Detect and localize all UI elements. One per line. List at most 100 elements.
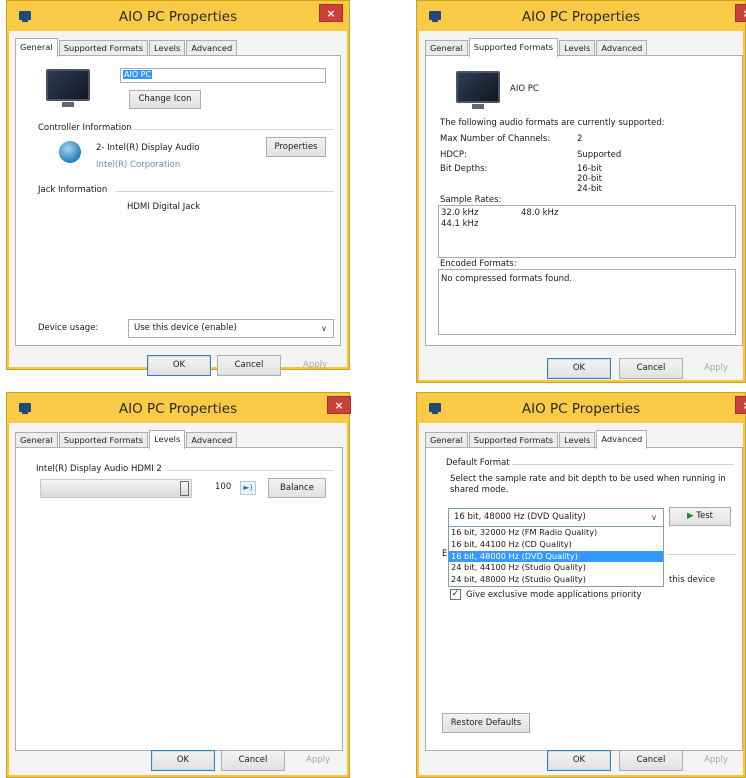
title-bar[interactable]: AIO PC Properties ×	[7, 393, 351, 423]
restore-defaults-label: Restore Defaults	[450, 718, 522, 728]
tab-levels[interactable]: Levels	[149, 40, 186, 56]
format-option[interactable]: 24 bit, 44100 Hz (Studio Quality)	[449, 562, 663, 574]
cancel-button[interactable]: Cancel	[217, 355, 281, 376]
default-format-title: Default Format	[446, 458, 510, 468]
close-button[interactable]: ×	[319, 4, 343, 22]
apply-label: Apply	[303, 360, 327, 370]
change-icon-button[interactable]: Change Icon	[129, 90, 201, 109]
bit-depth-16: 16-bit	[577, 164, 602, 174]
controller-divider	[128, 129, 334, 130]
tab-strip: General Supported Formats Levels Advance…	[15, 430, 238, 449]
device-usage-select[interactable]: Use this device (enable) ∨	[128, 319, 334, 338]
hdcp-label: HDCP:	[440, 150, 467, 160]
tab-levels[interactable]: Levels	[559, 432, 596, 448]
window-title: AIO PC Properties	[118, 9, 238, 25]
tab-advanced[interactable]: Advanced	[596, 40, 648, 56]
properties-window-general: AIO PC Properties × General Supported Fo…	[6, 0, 350, 376]
tab-supported-formats[interactable]: Supported Formats	[58, 40, 149, 56]
tab-general[interactable]: General	[425, 40, 468, 56]
bit-depth-24: 24-bit	[577, 184, 602, 194]
tab-advanced[interactable]: Advanced	[186, 432, 238, 448]
cancel-button[interactable]: Cancel	[221, 750, 285, 771]
ok-label: OK	[172, 360, 186, 370]
cancel-button[interactable]: Cancel	[619, 358, 683, 379]
volume-slider[interactable]	[40, 479, 192, 498]
title-bar[interactable]: AIO PC Properties ×	[7, 1, 349, 31]
window-title: AIO PC Properties	[521, 401, 641, 417]
encoded-formats-list[interactable]: No compressed formats found.	[438, 269, 736, 335]
properties-button[interactable]: Properties	[266, 137, 326, 157]
sample-rates-list[interactable]: 32.0 kHz 44.1 kHz 48.0 kHz	[438, 205, 736, 258]
levels-device-label: Intel(R) Display Audio HDMI 2	[36, 464, 162, 474]
apply-label: Apply	[704, 363, 728, 373]
ok-button[interactable]: OK	[547, 750, 611, 771]
ok-label: OK	[572, 755, 586, 765]
default-format-select[interactable]: 16 bit, 48000 Hz (DVD Quality) ∨	[448, 508, 664, 527]
formats-intro: The following audio formats are currentl…	[440, 118, 665, 128]
ok-button[interactable]: OK	[147, 355, 211, 376]
close-button[interactable]: ×	[735, 396, 746, 414]
title-bar[interactable]: AIO PC Properties ×	[417, 1, 746, 31]
apply-button[interactable]: Apply	[287, 355, 343, 376]
tab-advanced[interactable]: Advanced	[186, 40, 238, 56]
tab-supported-formats[interactable]: Supported Formats	[468, 432, 559, 448]
volume-value-field[interactable]: 100	[198, 479, 236, 496]
volume-slider-thumb[interactable]	[180, 481, 189, 496]
play-icon: ▶	[687, 511, 694, 521]
general-page: AIO PC Change Icon Controller Informatio…	[15, 55, 341, 346]
restore-defaults-button[interactable]: Restore Defaults	[442, 713, 530, 733]
tab-levels[interactable]: Levels	[559, 40, 596, 56]
window-title: AIO PC Properties	[521, 9, 641, 25]
volume-value: 100	[215, 482, 232, 492]
apply-button[interactable]: Apply	[689, 358, 743, 379]
title-bar[interactable]: AIO PC Properties ×	[417, 393, 746, 423]
tab-advanced[interactable]: Advanced	[596, 430, 648, 449]
properties-label: Properties	[274, 142, 318, 152]
tab-general[interactable]: General	[425, 432, 468, 448]
change-icon-label: Change Icon	[138, 94, 192, 104]
jack-section-title: Jack Information	[38, 185, 108, 195]
ok-label: OK	[176, 755, 190, 765]
window-title: AIO PC Properties	[118, 401, 238, 417]
cancel-label: Cancel	[636, 363, 666, 373]
ok-button[interactable]: OK	[151, 750, 215, 771]
tab-supported-formats[interactable]: Supported Formats	[58, 432, 149, 448]
close-button[interactable]: ×	[735, 4, 746, 22]
apply-button[interactable]: Apply	[689, 750, 743, 771]
default-format-value: 16 bit, 48000 Hz (DVD Quality)	[454, 512, 586, 522]
cancel-button[interactable]: Cancel	[619, 750, 683, 771]
tab-supported-formats[interactable]: Supported Formats	[468, 38, 559, 57]
format-dropdown-list[interactable]: 16 bit, 32000 Hz (FM Radio Quality) 16 b…	[448, 526, 664, 587]
speaker-mute-icon[interactable]: ►)	[240, 481, 256, 495]
test-label: Test	[696, 511, 713, 521]
format-option[interactable]: 16 bit, 44100 Hz (CD Quality)	[449, 539, 663, 551]
default-format-description: Select the sample rate and bit depth to …	[450, 474, 726, 495]
jack-value: HDMI Digital Jack	[127, 202, 201, 212]
tab-general[interactable]: General	[15, 432, 58, 448]
cancel-label: Cancel	[234, 360, 264, 370]
default-format-divider	[512, 464, 734, 465]
ok-button[interactable]: OK	[547, 358, 611, 379]
format-option-selected[interactable]: 16 bit, 48000 Hz (DVD Quality)	[449, 550, 663, 563]
close-button[interactable]: ×	[327, 396, 351, 414]
cancel-label: Cancel	[636, 755, 666, 765]
tab-general[interactable]: General	[15, 38, 58, 57]
test-button[interactable]: ▶ Test	[669, 507, 731, 526]
levels-divider	[166, 470, 334, 471]
device-usage-value: Use this device (enable)	[134, 323, 237, 333]
sample-rate-32: 32.0 kHz	[441, 208, 479, 218]
exclusive-priority-checkbox[interactable]: ✓	[450, 589, 461, 600]
balance-button[interactable]: Balance	[268, 478, 326, 498]
bit-depth-20: 20-bit	[577, 174, 602, 184]
device-name-field[interactable]: AIO PC	[120, 68, 326, 83]
device-name-value: AIO PC	[123, 70, 153, 79]
device-name: AIO PC	[510, 84, 539, 94]
apply-label: Apply	[306, 755, 330, 765]
controller-section-title: Controller Information	[38, 123, 132, 133]
chevron-down-icon: ∨	[651, 513, 657, 522]
properties-window-formats: AIO PC Properties × General Supported Fo…	[416, 0, 746, 383]
tab-levels[interactable]: Levels	[149, 430, 186, 449]
format-option[interactable]: 24 bit, 48000 Hz (Studio Quality)	[449, 574, 663, 586]
apply-button[interactable]: Apply	[291, 750, 345, 771]
format-option[interactable]: 16 bit, 32000 Hz (FM Radio Quality)	[449, 527, 663, 539]
